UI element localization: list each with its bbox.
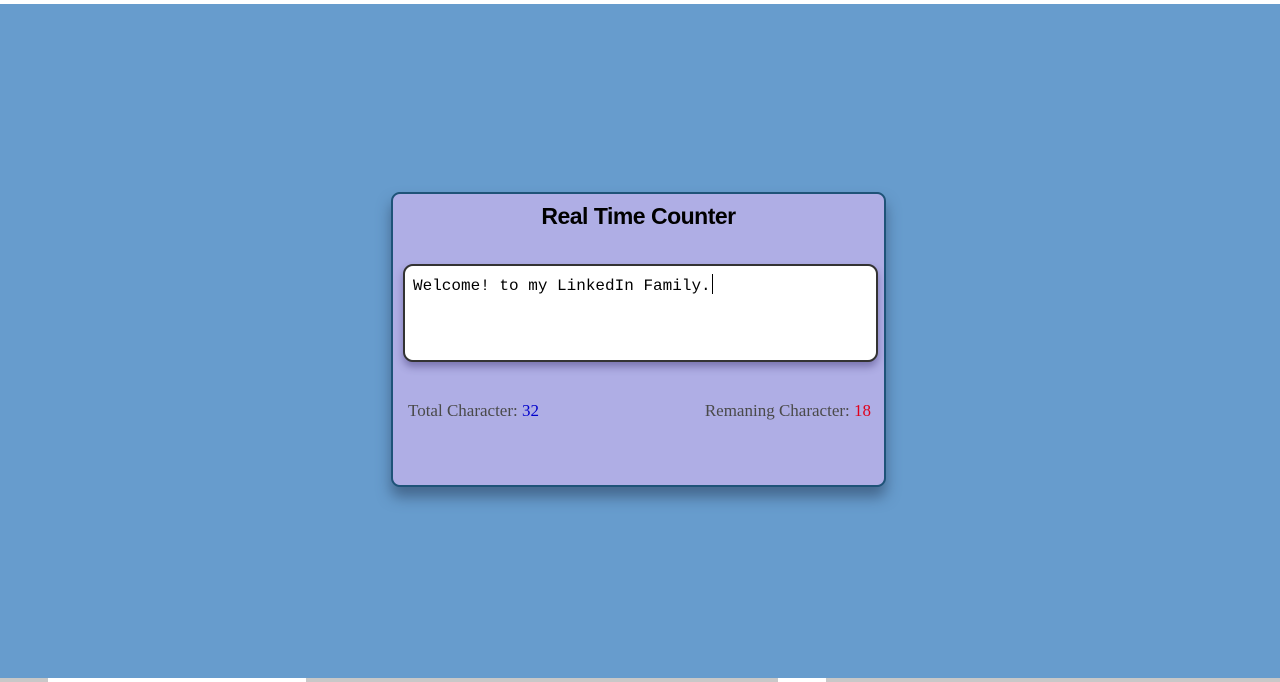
bottom-strip-segment bbox=[48, 678, 306, 682]
total-character-value: 32 bbox=[521, 401, 539, 420]
counter-card: Real Time Counter Welcome! to my LinkedI… bbox=[391, 192, 886, 487]
page-title: Real Time Counter bbox=[541, 203, 736, 229]
total-character-label: Total Character: bbox=[408, 401, 522, 420]
remaining-character-stat: Remaning Character: 18 bbox=[705, 401, 871, 421]
total-character-stat: Total Character: 32 bbox=[408, 401, 539, 421]
remaining-character-label: Remaning Character: bbox=[704, 401, 854, 420]
text-caret bbox=[711, 274, 713, 294]
top-strip bbox=[0, 0, 1280, 4]
remaining-character-value: 18 bbox=[854, 401, 871, 420]
bottom-strip bbox=[0, 678, 1280, 682]
bottom-strip-segment bbox=[778, 678, 826, 682]
text-input-value: Welcome! to my LinkedIn Family. bbox=[413, 277, 711, 295]
text-input-area[interactable]: Welcome! to my LinkedIn Family. bbox=[403, 264, 878, 362]
